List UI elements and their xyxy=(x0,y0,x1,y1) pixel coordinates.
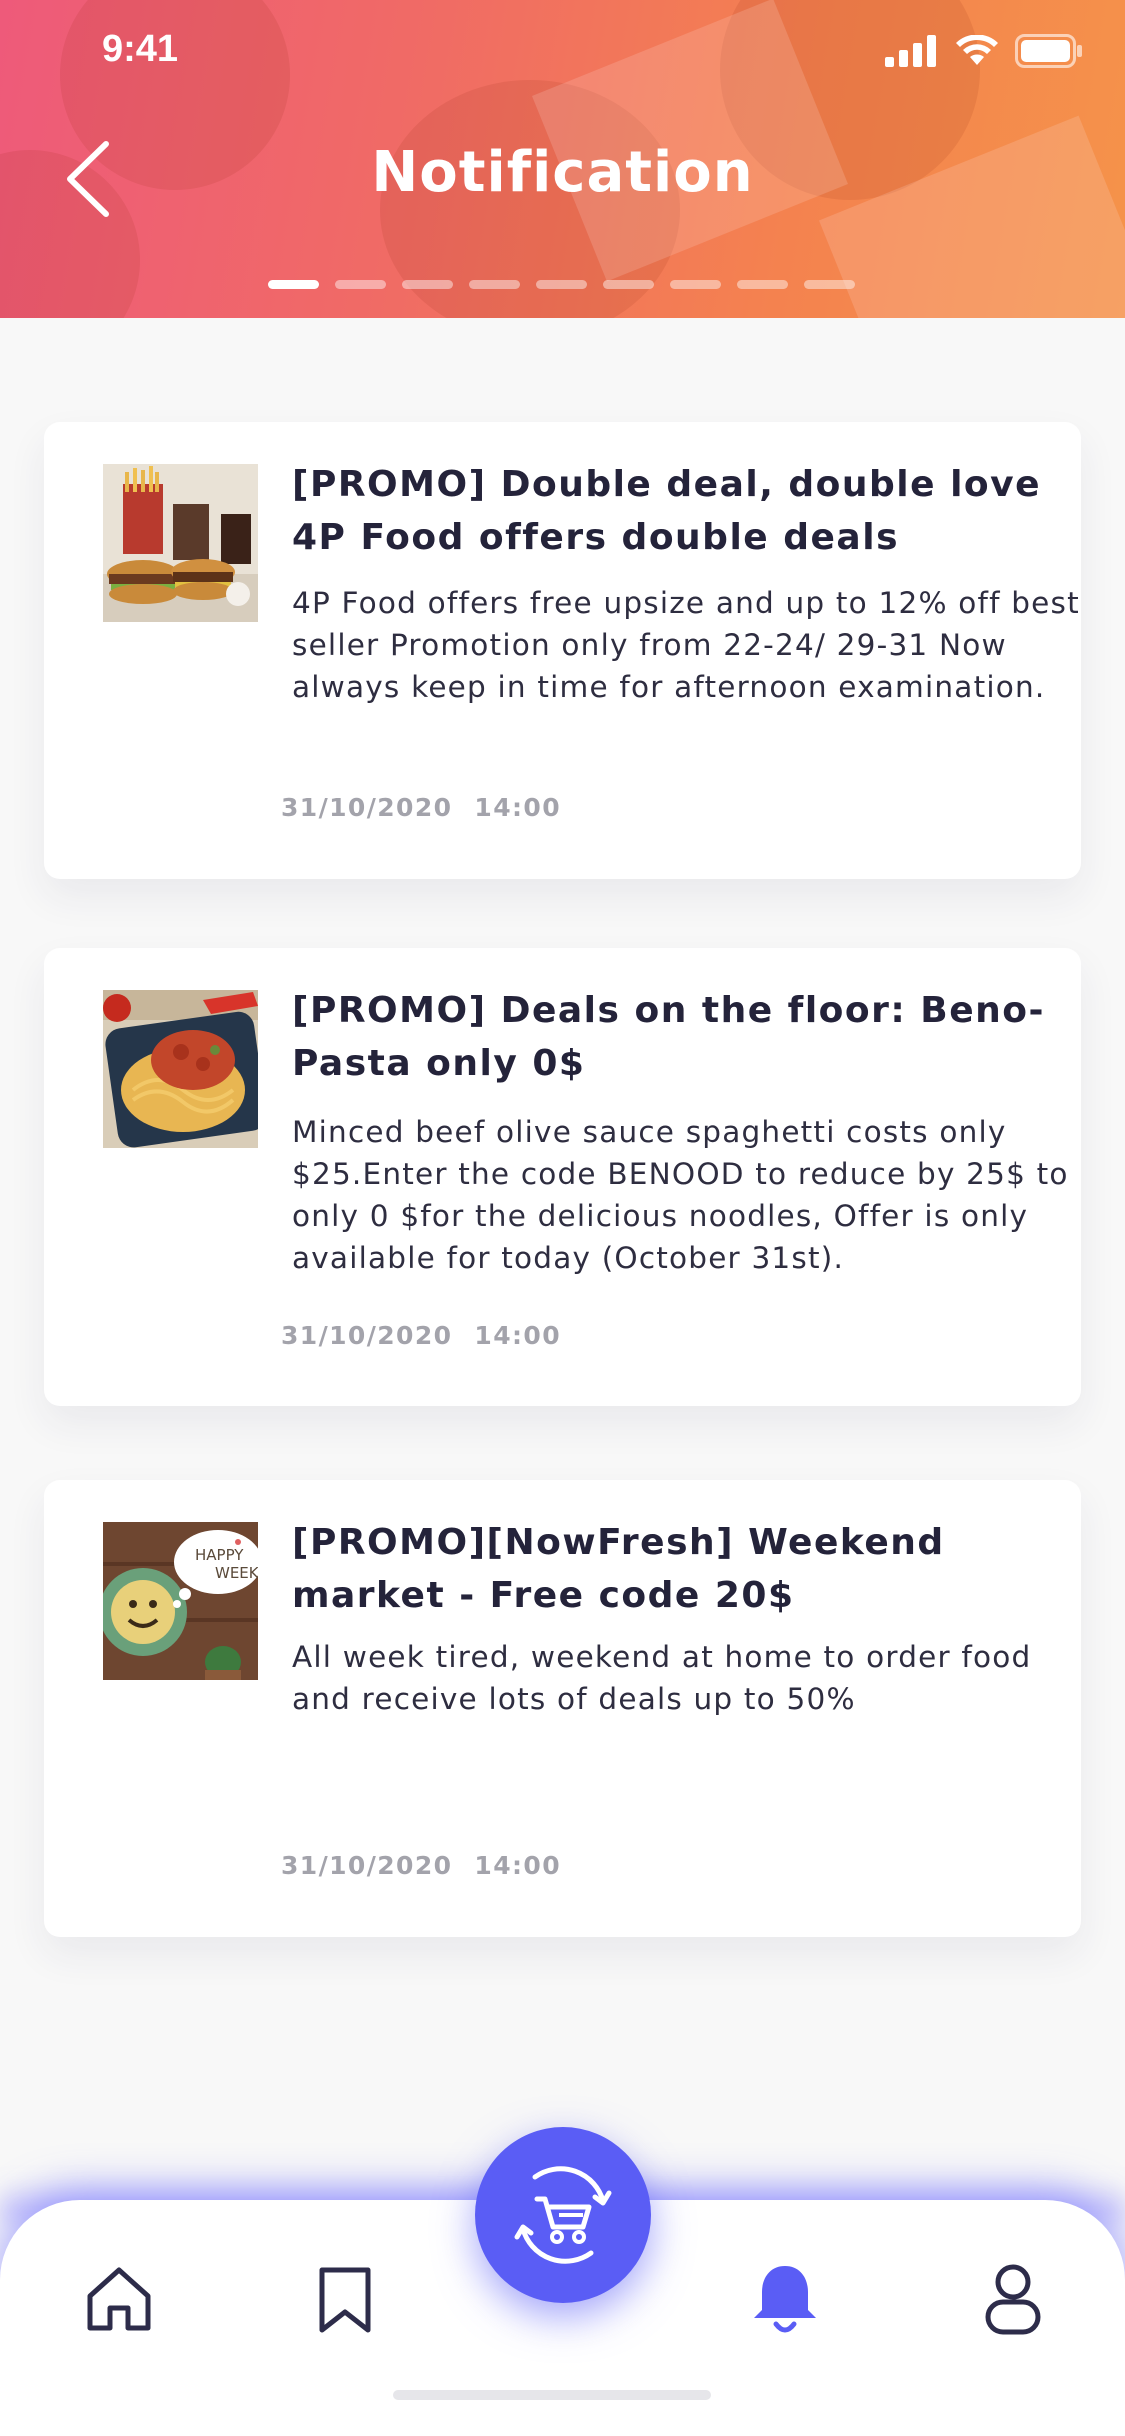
notification-card[interactable]: HAPPY WEEKE [PROMO][NowFresh] Weekend ma… xyxy=(44,1480,1081,1937)
notification-body: Minced beef olive sauce spaghetti costs … xyxy=(292,1115,1069,1275)
notification-time: 14:00 xyxy=(474,793,561,822)
header: 9:41 Notification xyxy=(0,0,1125,318)
pager-dot[interactable] xyxy=(603,280,654,289)
notification-timestamp: 31/10/2020 14:00 xyxy=(281,1321,561,1350)
battery-icon xyxy=(1015,34,1082,68)
signal-icon xyxy=(885,35,936,67)
notification-time: 14:00 xyxy=(474,1851,561,1880)
notification-timestamp: 31/10/2020 14:00 xyxy=(281,793,561,822)
notification-card[interactable]: [PROMO] Deals on the floor: Beno-Pasta o… xyxy=(44,948,1081,1406)
notification-title: [PROMO] Double deal, double love 4P Food… xyxy=(292,464,1042,558)
promo-burger-image xyxy=(103,464,258,622)
thumb-weekend-text: WEEKE xyxy=(215,1564,258,1582)
promo-pasta-image xyxy=(103,990,258,1148)
pager-dot[interactable] xyxy=(804,280,855,289)
notification-timestamp: 31/10/2020 14:00 xyxy=(281,1851,561,1880)
notification-title: [PROMO] Deals on the floor: Beno-Pasta o… xyxy=(292,990,1045,1084)
cart-icon xyxy=(514,2166,612,2264)
status-icons xyxy=(885,34,1083,68)
pager-dot[interactable] xyxy=(335,280,386,289)
cart-button[interactable] xyxy=(475,2127,651,2303)
pager-dot[interactable] xyxy=(469,280,520,289)
wifi-icon xyxy=(956,35,998,65)
thumb-happy-text: HAPPY xyxy=(195,1546,244,1564)
notification-body: All week tired, weekend at home to order… xyxy=(292,1640,1032,1716)
page-title: Notification xyxy=(371,140,754,205)
status-time: 9:41 xyxy=(102,28,179,70)
pager-dots xyxy=(268,280,855,289)
bookmark-icon[interactable] xyxy=(308,2262,382,2336)
notification-title: [PROMO][NowFresh] Weekend market - Free … xyxy=(292,1522,945,1616)
notification-time: 14:00 xyxy=(474,1321,561,1350)
home-indicator xyxy=(393,2390,711,2400)
pager-dot[interactable] xyxy=(737,280,788,289)
profile-icon[interactable] xyxy=(976,2262,1050,2336)
notification-body: 4P Food offers free upsize and up to 12%… xyxy=(292,586,1080,704)
notification-date: 31/10/2020 xyxy=(281,1321,453,1350)
notification-date: 31/10/2020 xyxy=(281,793,453,822)
bell-icon[interactable] xyxy=(748,2262,822,2336)
pager-dot[interactable] xyxy=(670,280,721,289)
pager-dot-active[interactable] xyxy=(268,280,319,289)
pager-dot[interactable] xyxy=(536,280,587,289)
pager-dot[interactable] xyxy=(402,280,453,289)
notification-date: 31/10/2020 xyxy=(281,1851,453,1880)
home-icon[interactable] xyxy=(82,2262,156,2336)
notification-card[interactable]: [PROMO] Double deal, double love 4P Food… xyxy=(44,422,1081,879)
promo-weekend-image: HAPPY WEEKE xyxy=(103,1522,258,1680)
